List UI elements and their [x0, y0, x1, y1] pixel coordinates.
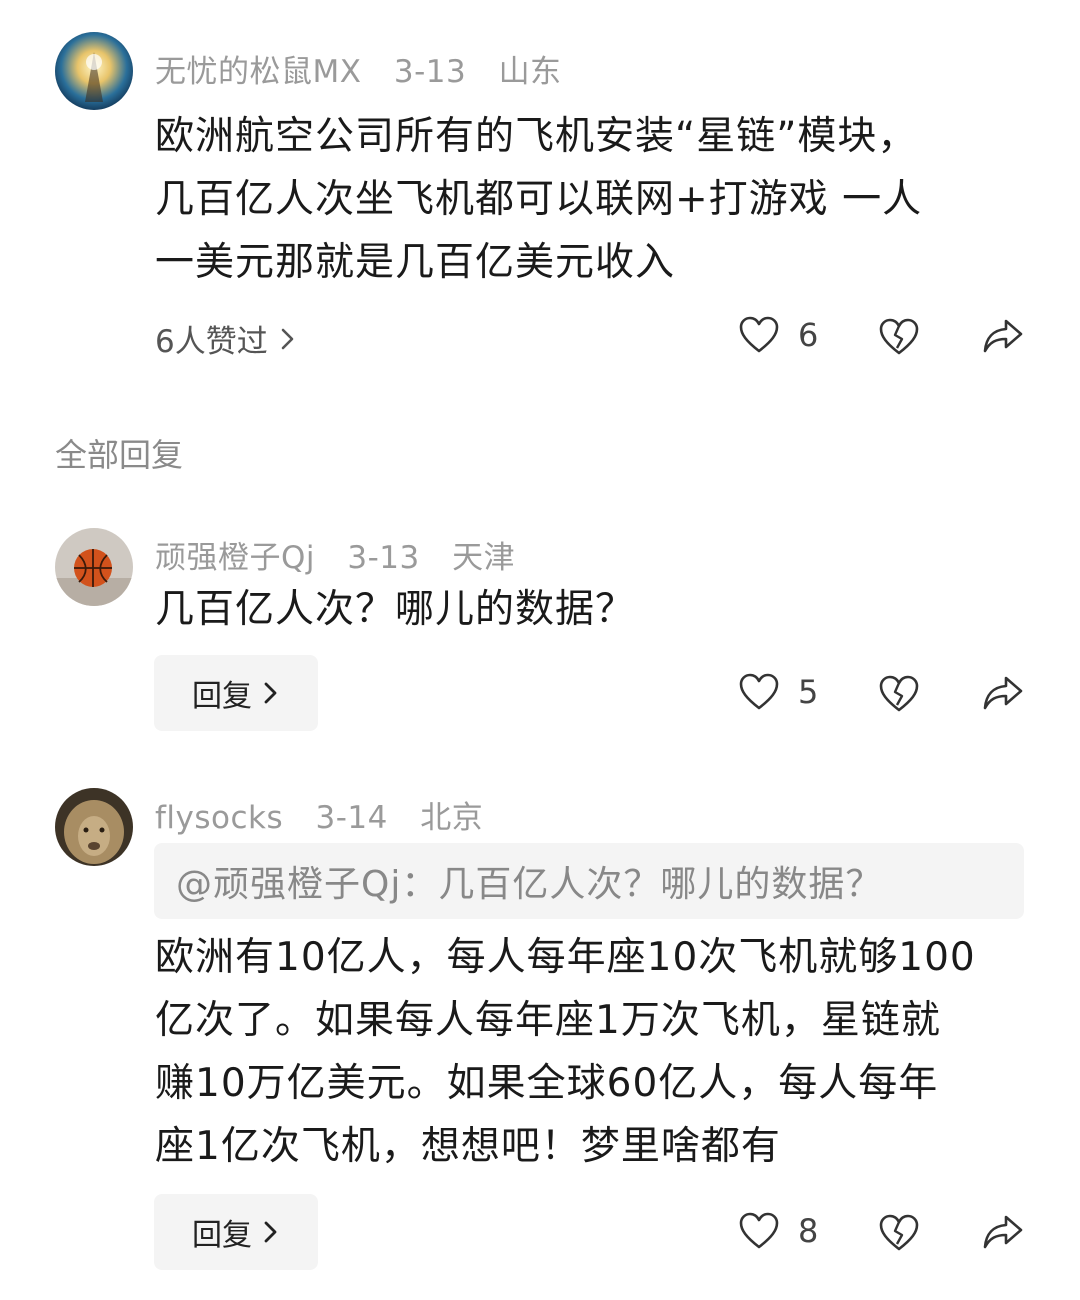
- share-button[interactable]: [982, 673, 1024, 717]
- chevron-right-icon: [281, 328, 294, 349]
- comment-location: 山东: [498, 54, 562, 90]
- dislike-button[interactable]: [878, 675, 920, 717]
- comment-meta: 顽强橙子Qj 3-13 天津: [155, 532, 537, 577]
- comment-date: 3-14: [315, 800, 388, 836]
- heart-outline-icon: [739, 316, 779, 353]
- heart-outline-icon: [739, 1212, 779, 1249]
- comment-date: 3-13: [347, 540, 420, 576]
- share-button[interactable]: [982, 1212, 1024, 1256]
- share-arrow-icon: [983, 676, 1023, 710]
- like-button[interactable]: 6: [738, 316, 818, 354]
- broken-heart-icon: [879, 1214, 919, 1251]
- dislike-button[interactable]: [878, 318, 920, 360]
- comment-body: 欧洲有10亿人，每人每年座10次飞机就够100 亿次了。如果每人每年座1万次飞机…: [155, 926, 1055, 1178]
- avatar-reply-1[interactable]: [55, 528, 133, 606]
- comment-line: 欧洲航空公司所有的飞机安装“星链”模块，: [155, 114, 918, 159]
- comment-line: 几百亿人次坐飞机都可以联网+打游戏 一人: [155, 177, 923, 222]
- reply-label: 回复: [192, 679, 252, 714]
- like-button[interactable]: 5: [738, 673, 818, 711]
- like-count: 8: [798, 1212, 819, 1250]
- comment-date: 3-13: [393, 54, 467, 90]
- like-button[interactable]: 8: [738, 1212, 818, 1250]
- share-arrow-icon: [983, 319, 1023, 353]
- comment-meta: 无忧的松鼠MX 3-13 山东: [155, 46, 584, 91]
- like-count: 5: [798, 673, 819, 711]
- chevron-right-icon: [264, 1221, 277, 1243]
- comment-line: 几百亿人次？哪儿的数据？: [155, 587, 636, 632]
- reply-label: 回复: [192, 1218, 252, 1253]
- like-count: 6: [798, 316, 819, 354]
- quoted-reply[interactable]: @顽强橙子Qj：几百亿人次？哪儿的数据？: [154, 843, 1024, 919]
- comment-line: 欧洲有10亿人，每人每年座10次飞机就够100: [155, 935, 976, 980]
- dislike-button[interactable]: [878, 1214, 920, 1256]
- comment-body: 欧洲航空公司所有的飞机安装“星链”模块， 几百亿人次坐飞机都可以联网+打游戏 一…: [155, 105, 1035, 294]
- comment-location: 北京: [420, 800, 484, 836]
- comment-line: 亿次了。如果每人每年座1万次飞机，星链就: [155, 998, 941, 1043]
- broken-heart-icon: [879, 675, 919, 712]
- share-button[interactable]: [982, 316, 1024, 360]
- reply-button[interactable]: 回复: [154, 655, 318, 731]
- avatar-root[interactable]: [55, 32, 133, 110]
- comment-line: 赚10万亿美元。如果全球60亿人，每人每年: [155, 1061, 939, 1106]
- chevron-right-icon: [264, 682, 277, 704]
- broken-heart-icon: [879, 318, 919, 355]
- comment-line: 座1亿次飞机，想想吧！梦里啥都有: [155, 1124, 781, 1169]
- heart-outline-icon: [739, 673, 779, 710]
- liked-by-link[interactable]: 6人赞过: [155, 316, 298, 361]
- username[interactable]: 无忧的松鼠MX: [155, 54, 361, 90]
- liked-by-label: 6人赞过: [155, 324, 268, 360]
- reply-button[interactable]: 回复: [154, 1194, 318, 1270]
- comment-body: 几百亿人次？哪儿的数据？: [155, 578, 1035, 641]
- comment-line: 一美元那就是几百亿美元收入: [155, 240, 676, 285]
- share-arrow-icon: [983, 1215, 1023, 1249]
- comment-meta: flysocks 3-14 北京: [155, 792, 505, 837]
- comment-location: 天津: [452, 540, 516, 576]
- username[interactable]: 顽强橙子Qj: [155, 540, 315, 576]
- section-title: 全部回复: [55, 436, 184, 474]
- username[interactable]: flysocks: [155, 800, 283, 836]
- quoted-text: @顽强橙子Qj：几百亿人次？哪儿的数据？: [176, 864, 883, 905]
- avatar-reply-2[interactable]: [55, 788, 133, 866]
